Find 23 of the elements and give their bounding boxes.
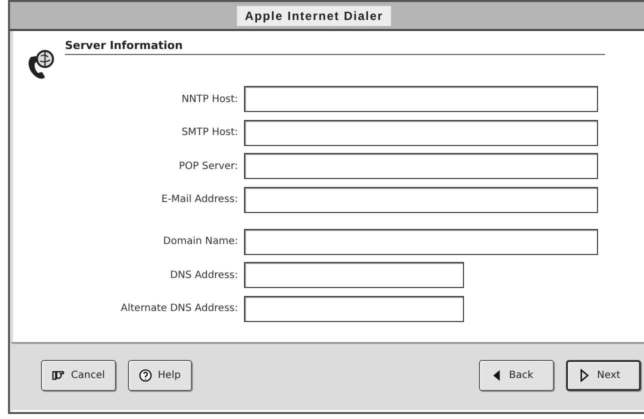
help-icon	[138, 368, 152, 382]
hand-icon	[52, 368, 65, 382]
input-field[interactable]	[244, 296, 464, 322]
window-title: Apple Internet Dialer	[236, 6, 392, 26]
back-button[interactable]: Back	[479, 360, 554, 390]
field-label: NNTP Host:	[180, 94, 239, 104]
input-field[interactable]	[244, 153, 598, 179]
right-triangle-icon	[578, 368, 591, 382]
input-field[interactable]	[244, 262, 464, 288]
cancel-button[interactable]: Cancel	[41, 360, 116, 390]
input-field[interactable]	[244, 120, 598, 146]
next-button[interactable]: Next	[566, 360, 641, 390]
input-field[interactable]	[244, 186, 598, 212]
field-label: SMTP Host:	[180, 127, 239, 138]
field-label: Domain Name:	[162, 236, 239, 247]
field-label: DNS Address:	[169, 270, 239, 280]
help-button[interactable]: Help	[128, 360, 192, 390]
field-label: Alternate DNS Address:	[120, 303, 239, 314]
section-title: Server Information	[65, 39, 183, 52]
input-field[interactable]	[244, 228, 598, 254]
field-label: POP Server:	[178, 160, 239, 172]
input-field[interactable]	[244, 86, 598, 112]
field-label: E-Mail Address:	[160, 194, 239, 205]
